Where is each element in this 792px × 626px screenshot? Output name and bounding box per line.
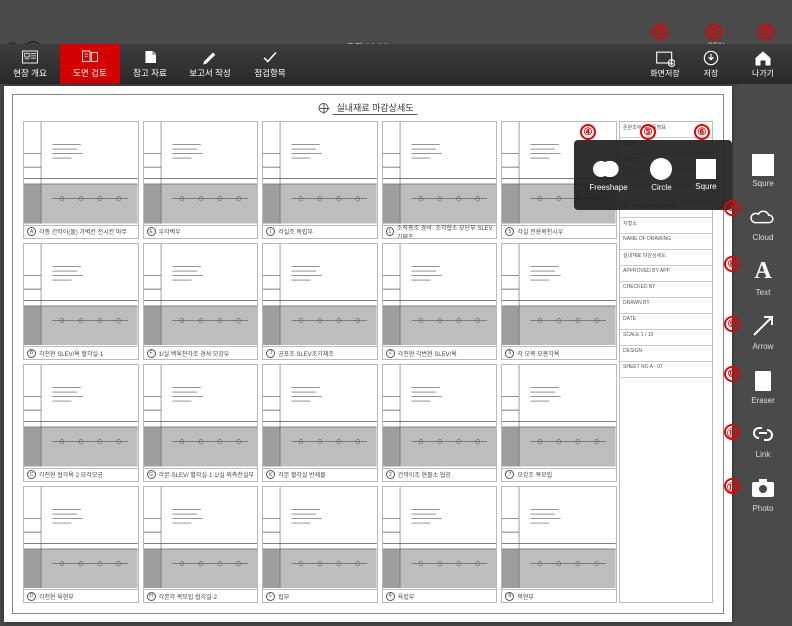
btn-label: 저장 (704, 68, 719, 79)
tab-label: 참고 자료 (133, 67, 167, 79)
topbar: 현장 개요 도면 검토 참고 자료 보고서 작성 점검항목 화면저장 저장 나가… (0, 44, 792, 84)
callout-1: ① (652, 24, 668, 40)
info-row: APPROVED BY APP (620, 266, 712, 282)
detail-cell[interactable]: A각종 간막이(몰) 가벽칸 전시칸 마무 (23, 121, 139, 239)
tool-label: Link (756, 450, 771, 459)
opt-label: Squre (695, 182, 716, 191)
sheet-title: 실내재료 마감상세도 (332, 101, 417, 115)
screenshot-button[interactable]: 화면저장 (642, 44, 688, 84)
detail-cell[interactable]: 7모강조 목모립 (501, 364, 617, 482)
detail-cell[interactable]: K각본 혈각실 반제몰 (262, 364, 378, 482)
info-row: DATE (620, 314, 712, 330)
detail-cell[interactable]: F1/실 백육천각조 경석 모강우 (143, 243, 259, 361)
info-row: NAME OF DRAWING (620, 234, 712, 250)
info-row: DRAWN BY (620, 298, 712, 314)
tab-drawing-review[interactable]: 도면 검토 (60, 44, 120, 84)
info-row: SHEET NO A - 07 (620, 362, 712, 378)
tab-report[interactable]: 보고서 작성 (180, 44, 240, 84)
callout-10: ⑩ (724, 366, 740, 382)
tool-photo[interactable]: Photo (750, 475, 776, 513)
callout-5: ⑤ (640, 124, 656, 140)
tool-eraser[interactable]: Eraser (750, 367, 776, 405)
tab-checklist[interactable]: 점검항목 (240, 44, 300, 84)
callout-3: ③ (758, 24, 774, 40)
sheet-title-block: 실내재료 마감상세도 (318, 101, 417, 115)
detail-cell[interactable]: C각천현 협각욕·2 모각모공 (23, 364, 139, 482)
btn-label: 화면저장 (650, 68, 679, 79)
circle-option[interactable]: Circle (650, 158, 672, 192)
detail-cell[interactable]: I각실조 목립부 (262, 121, 378, 239)
callout-2: ② (706, 24, 722, 40)
freeshape-option[interactable]: Freeshape (589, 158, 627, 192)
tool-square[interactable]: Squre (752, 154, 774, 188)
exit-button[interactable]: 나가기 (734, 44, 792, 84)
detail-cell[interactable]: 4육립부 (382, 486, 498, 604)
tab-label: 보고서 작성 (189, 67, 230, 79)
tool-label: Photo (753, 504, 774, 513)
detail-cell[interactable]: D각천현 육현부 (23, 486, 139, 604)
info-row: DESIGN (620, 346, 712, 362)
tab-label: 현장 개요 (13, 67, 47, 79)
square-option[interactable]: Squre (695, 159, 716, 191)
tool-label: Squre (752, 179, 773, 188)
detail-cell[interactable]: B각천현 SLEV/욕 혈각실·1 (23, 243, 139, 361)
tab-label: 도면 검토 (73, 67, 107, 79)
callout-9: ⑨ (724, 316, 740, 332)
info-row: SCALE 1 / 10 (620, 330, 712, 346)
callout-6: ⑥ (694, 124, 710, 140)
detail-cell[interactable]: 2각천현 각번현 SLEV/욕 (382, 243, 498, 361)
callout-11: ⑪ (724, 424, 740, 440)
tool-link[interactable]: Link (750, 421, 776, 459)
info-row: 실내재료 마감상세도 (620, 250, 712, 266)
tool-sidebar: Squre Cloud A Text Arrow Eraser Link Pho… (734, 86, 792, 626)
callout-12: ⑫ (724, 478, 740, 494)
callout-7: ⑦ (724, 200, 740, 216)
detail-grid: A각종 간막이(몰) 가벽칸 전시칸 마무 E우각벽우 I각실조 목립부 1소적… (23, 121, 617, 603)
detail-cell[interactable]: L립부 (262, 486, 378, 604)
detail-cell[interactable]: 3간막이조 현몰소 협공 (382, 364, 498, 482)
tool-cloud[interactable]: Cloud (750, 204, 776, 242)
tool-label: Cloud (753, 233, 774, 242)
detail-cell[interactable]: H각본각 목모립 협각실·2 (143, 486, 259, 604)
tool-label: Text (756, 288, 771, 297)
tool-label: Eraser (751, 396, 775, 405)
tool-label: Arrow (753, 342, 774, 351)
detail-cell[interactable]: J공포조 SLEV조기체조 (262, 243, 378, 361)
tab-reference[interactable]: 참고 자료 (120, 44, 180, 84)
detail-cell[interactable]: E우각벽우 (143, 121, 259, 239)
callout-8: ⑧ (724, 256, 740, 272)
tool-text[interactable]: A Text (754, 258, 771, 297)
detail-cell[interactable]: 8목현부 (501, 486, 617, 604)
opt-label: Freeshape (589, 183, 627, 192)
tab-site-overview[interactable]: 현장 개요 (0, 44, 60, 84)
opt-label: Circle (651, 183, 671, 192)
btn-label: 나가기 (752, 68, 774, 79)
shape-popup: Freeshape Circle Squre (574, 140, 732, 210)
callout-4: ④ (580, 124, 596, 140)
tool-arrow[interactable]: Arrow (750, 313, 776, 351)
save-button[interactable]: 저장 (688, 44, 734, 84)
tab-label: 점검항목 (254, 67, 285, 79)
info-row: CHECKED BY (620, 282, 712, 298)
detail-cell[interactable]: 6각 모복 모봉각욕 (501, 243, 617, 361)
detail-cell[interactable]: G각본·SLEV/ 혈각실·1·1/실 외측천실부 (143, 364, 259, 482)
info-row: 지형소 (620, 218, 712, 234)
detail-cell[interactable]: 1소적층조 경석· 조각협소 모단부 SLEV 기체조 (382, 121, 498, 239)
